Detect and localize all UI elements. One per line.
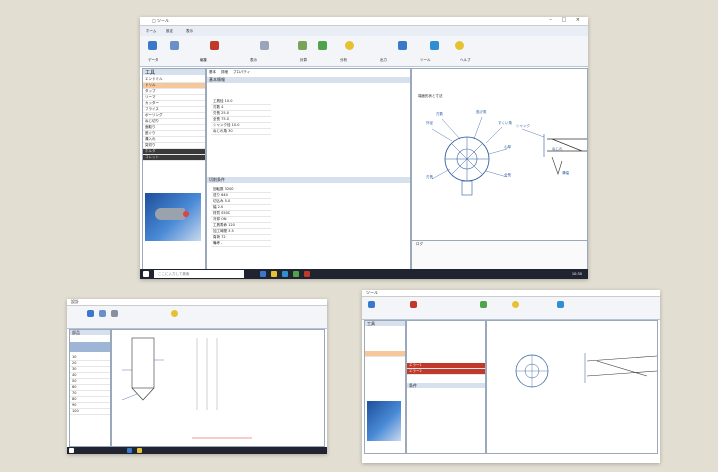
ribbon-group-6: 出力 xyxy=(380,58,387,62)
ribbon-group-4: 計算 xyxy=(300,58,307,62)
list-item[interactable]: 100 xyxy=(70,409,110,415)
bulb-icon[interactable] xyxy=(171,310,178,317)
bottom-left-screenshot: 設計 部品 10 20 30 40 50 60 70 80 90 100 xyxy=(67,299,327,454)
save-icon[interactable] xyxy=(210,41,219,50)
bulb-icon[interactable] xyxy=(512,301,519,308)
ribbon-toolbar: データ 編集 表示 計算 分析 出力 ツール ヘルプ xyxy=(140,36,588,67)
tool-icon[interactable] xyxy=(148,41,157,50)
tab-detail[interactable]: 詳細 xyxy=(221,70,228,75)
tree-item[interactable] xyxy=(365,351,405,357)
property-panel: 基本 詳細 プロパティ 基本情報 工具径 10.0 刃数 4 刃長 25.0 全… xyxy=(206,68,411,270)
list-title: 部品 xyxy=(70,330,110,335)
upload-icon[interactable] xyxy=(557,301,564,308)
diagram-panel xyxy=(486,320,658,454)
ruler-icon[interactable] xyxy=(111,310,118,317)
ribbon-toolbar xyxy=(67,306,327,329)
bulb-icon[interactable] xyxy=(345,41,354,50)
export-icon[interactable] xyxy=(398,41,407,50)
ribbon-group-2: 編集 xyxy=(200,58,207,62)
app-icon-1[interactable] xyxy=(127,448,132,453)
tab-property[interactable]: プロパティ xyxy=(233,70,250,75)
callout-label: 刃長 xyxy=(426,175,433,179)
drawing-canvas xyxy=(111,329,325,447)
property-panel: エラー1 エラー2 条件 xyxy=(406,320,486,454)
callout-label: 溝幅 xyxy=(562,171,569,175)
callout-label: 全長 xyxy=(504,173,511,177)
grid-row[interactable]: ねじれ角 30 xyxy=(211,129,271,135)
tool-tree-panel: 工具 エンドミル ドリル タップ リーマ カッター フライス ボーリング ねじ切… xyxy=(142,68,206,270)
window-title: □ ツール xyxy=(152,18,170,23)
ribbon-group-3: 表示 xyxy=(250,58,257,62)
window-controls[interactable]: – □ × xyxy=(549,17,584,23)
callout-label: シャンク xyxy=(516,124,530,128)
app-icon-2[interactable] xyxy=(137,448,142,453)
settings-icon[interactable] xyxy=(99,310,106,317)
ribbon-tab-1[interactable]: ホーム xyxy=(146,29,156,34)
callout-label: 刃数 xyxy=(436,112,443,116)
part-list-panel: 部品 10 20 30 40 50 60 70 80 90 100 xyxy=(69,329,111,447)
ribbon-group-7: ツール xyxy=(420,58,431,62)
help-icon[interactable] xyxy=(455,41,464,50)
title-bar: ツール xyxy=(362,290,660,297)
tool-3d-preview xyxy=(145,193,201,241)
callout-label: すくい角 xyxy=(498,121,512,125)
tool-tip-highlight xyxy=(183,211,189,217)
diagram-panel: 端面形状と寸法 外径 刃数 逃げ角 すくい角 心厚 刃長 全長 シャンク ねじれ… xyxy=(411,68,588,270)
tree-item[interactable]: コレット xyxy=(143,155,205,161)
grid2-title: 切削条件 xyxy=(207,177,410,183)
save-icon[interactable] xyxy=(410,301,417,308)
callout-label: 逃げ角 xyxy=(476,110,487,114)
tool-3d-preview xyxy=(367,401,401,441)
search-box[interactable]: ここに入力して検索 xyxy=(154,270,244,278)
callout-label: 外径 xyxy=(426,121,433,125)
chart-icon[interactable] xyxy=(480,301,487,308)
callout-label: 心厚 xyxy=(504,145,511,149)
clock: 10:30 xyxy=(571,272,582,276)
app-icon-4[interactable] xyxy=(293,271,299,277)
title-bar: □ ツール – □ × xyxy=(140,17,588,26)
grid-title: 条件 xyxy=(407,383,485,388)
tool-tree-panel: 工具 xyxy=(364,320,406,454)
ribbon-group-1: データ xyxy=(148,58,159,62)
main-screenshot: □ ツール – □ × ホーム 設定 表示 データ 編集 表示 計算 分析 出力… xyxy=(140,17,588,279)
ribbon-tab-2[interactable]: 設定 xyxy=(166,29,173,34)
tool-icon[interactable] xyxy=(368,301,375,308)
taskbar: ここに入力して検索 10:30 xyxy=(140,269,588,279)
bottom-right-screenshot: ツール 工具 エラー1 エラー2 条件 xyxy=(362,290,660,463)
copy-icon[interactable] xyxy=(260,41,269,50)
taskbar xyxy=(67,447,327,454)
settings-icon[interactable] xyxy=(298,41,307,50)
title-bar: 設計 xyxy=(67,299,327,306)
tool-diagram xyxy=(515,353,657,388)
log-panel: ログ xyxy=(412,240,587,269)
app-icon-1[interactable] xyxy=(260,271,266,277)
error-row[interactable]: エラー2 xyxy=(407,369,485,375)
ribbon-group-8: ヘルプ xyxy=(460,58,471,62)
callout-label: ねじれ xyxy=(552,147,563,151)
tool-tip-shape xyxy=(155,208,185,220)
search-placeholder: ここに入力して検索 xyxy=(158,272,190,276)
tree-title: 工具 xyxy=(365,321,405,326)
start-icon[interactable] xyxy=(69,448,74,453)
ribbon-tab-3[interactable]: 表示 xyxy=(186,29,193,34)
app-icon-3[interactable] xyxy=(282,271,288,277)
chart-icon[interactable] xyxy=(318,41,327,50)
tree-title: 工具 xyxy=(143,69,205,76)
list-icon[interactable] xyxy=(170,41,179,50)
tab-basic[interactable]: 基本 xyxy=(209,70,216,75)
start-icon[interactable] xyxy=(143,271,149,277)
upload-icon[interactable] xyxy=(430,41,439,50)
app-icon-2[interactable] xyxy=(271,271,277,277)
grid1-title: 基本情報 xyxy=(207,77,410,83)
app-icon-5[interactable] xyxy=(304,271,310,277)
ribbon-toolbar xyxy=(362,297,660,320)
tool-icon[interactable] xyxy=(87,310,94,317)
window-title: ツール xyxy=(366,290,378,295)
drill-diagram xyxy=(121,337,252,439)
ribbon-group-5: 分析 xyxy=(340,58,347,62)
log-title: ログ xyxy=(416,242,423,246)
list-selection xyxy=(70,342,110,352)
grid-row[interactable]: 備考 - xyxy=(211,241,271,247)
window-title: 設計 xyxy=(71,299,79,304)
